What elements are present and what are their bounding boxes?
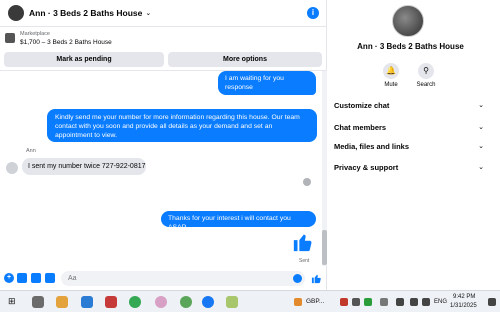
tray-icon[interactable]: [340, 298, 348, 306]
section-privacy-support[interactable]: Privacy & support ⌄: [334, 161, 484, 175]
section-label: Chat members: [334, 123, 387, 132]
seen-indicator-icon: [303, 178, 311, 186]
info-icon[interactable]: i: [307, 7, 319, 19]
avatar[interactable]: [392, 5, 424, 37]
message-outgoing[interactable]: Thanks for your interest i will contact …: [161, 211, 316, 231]
emoji-icon[interactable]: [293, 274, 302, 283]
mark-as-pending-button[interactable]: Mark as pending: [4, 52, 164, 67]
section-customize-chat[interactable]: Customize chat ⌄: [334, 99, 484, 113]
language-indicator[interactable]: ENG: [434, 299, 447, 305]
composer: +: [0, 266, 327, 290]
message-incoming[interactable]: I sent my number twice 727-922-0817: [22, 158, 146, 175]
clock-time[interactable]: 9:42 PM: [453, 294, 475, 300]
chevron-down-icon: ⌄: [478, 143, 484, 150]
thumbs-up-icon[interactable]: [311, 273, 322, 284]
gif-icon[interactable]: [45, 273, 55, 283]
chevron-down-icon[interactable]: ⌄: [145, 9, 151, 17]
listing-title[interactable]: $1,700 – 3 Beds 2 Baths House: [20, 39, 112, 46]
marketplace-label: Marketplace: [20, 31, 50, 37]
chevron-down-icon: ⌄: [478, 102, 484, 109]
mute-label: Mute: [384, 82, 398, 88]
scrollbar-thumb[interactable]: [322, 230, 327, 265]
panel-title: Ann · 3 Beds 2 Baths House: [357, 42, 464, 51]
avatar[interactable]: [6, 162, 18, 174]
photos-app-icon[interactable]: [56, 296, 68, 308]
start-icon[interactable]: ⊞: [8, 296, 16, 307]
section-media-files-links[interactable]: Media, files and links ⌄: [334, 140, 484, 154]
facebook-icon[interactable]: [202, 296, 214, 308]
wifi-icon[interactable]: [410, 298, 418, 306]
search-icon: ⚲: [418, 63, 434, 79]
chevron-down-icon: ⌄: [478, 164, 484, 171]
chat-title[interactable]: Ann · 3 Beds 2 Baths House: [29, 8, 142, 18]
app-icon[interactable]: [155, 296, 167, 308]
message-outgoing[interactable]: I am waiting for you response: [218, 71, 316, 95]
notification-icon[interactable]: [488, 298, 496, 306]
chrome-icon[interactable]: [129, 296, 141, 308]
app-icon[interactable]: [81, 296, 93, 308]
avatar[interactable]: [8, 5, 24, 21]
sent-status: Sent: [299, 258, 310, 264]
app-icon[interactable]: [180, 296, 192, 308]
bell-icon: 🔔: [383, 63, 399, 79]
listing-thumbnail[interactable]: [5, 33, 15, 43]
message-outgoing[interactable]: Kindly send me your number for more info…: [47, 109, 317, 142]
task-view-icon[interactable]: [32, 296, 44, 308]
app-icon[interactable]: [105, 296, 117, 308]
chat-info-panel: Ann · 3 Beds 2 Baths House 🔔 Mute ⚲ Sear…: [328, 0, 500, 290]
taskbar: ⊞ GBP... ENG 9:42 PM 1/31/2025: [0, 290, 500, 312]
tray-icon[interactable]: [364, 298, 372, 306]
currency-ticker[interactable]: GBP...: [306, 298, 324, 305]
mute-button[interactable]: 🔔 Mute: [376, 63, 406, 88]
app-icon[interactable]: [226, 296, 238, 308]
volume-icon[interactable]: [396, 298, 404, 306]
image-icon[interactable]: [17, 273, 27, 283]
search-label: Search: [416, 82, 436, 88]
currency-icon[interactable]: [294, 298, 302, 306]
chevron-down-icon: ⌄: [478, 124, 484, 131]
section-label: Media, files and links: [334, 142, 410, 151]
tray-icon[interactable]: [380, 298, 388, 306]
tray-icon[interactable]: [352, 298, 360, 306]
section-label: Customize chat: [334, 101, 390, 110]
messenger-window: Ann · 3 Beds 2 Baths House ⌄ i Marketpla…: [0, 0, 500, 290]
section-chat-members[interactable]: Chat members ⌄: [334, 121, 484, 135]
more-options-button[interactable]: More options: [168, 52, 322, 67]
chat-column: Ann · 3 Beds 2 Baths House ⌄ i Marketpla…: [0, 0, 327, 290]
sticker-icon[interactable]: [31, 273, 41, 283]
section-label: Privacy & support: [334, 163, 399, 172]
message-input[interactable]: [61, 271, 305, 286]
chat-header: Ann · 3 Beds 2 Baths House ⌄ i: [0, 0, 327, 27]
battery-icon[interactable]: [422, 298, 430, 306]
search-button[interactable]: ⚲ Search: [411, 63, 441, 88]
clock-date[interactable]: 1/31/2025: [450, 303, 477, 309]
message-list: I am waiting for you response Kindly sen…: [0, 71, 322, 266]
sender-name: Ann: [26, 148, 36, 154]
plus-icon[interactable]: +: [4, 273, 14, 283]
thumbs-up-icon[interactable]: [292, 231, 314, 253]
